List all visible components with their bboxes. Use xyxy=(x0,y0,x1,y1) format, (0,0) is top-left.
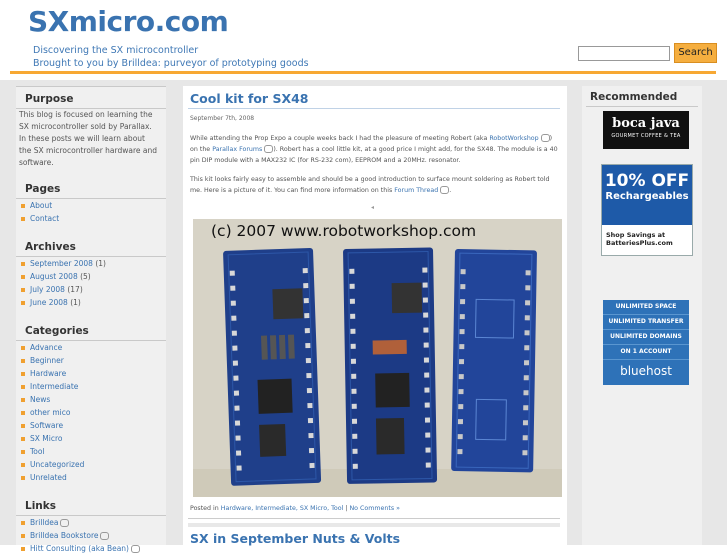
post-paragraph-2: This kit looks fairly easy to assemble a… xyxy=(190,176,550,194)
category-link[interactable]: Software xyxy=(20,419,166,432)
forum-thread-link[interactable]: Forum Thread xyxy=(394,187,438,194)
category-link[interactable]: Hardware xyxy=(20,367,166,380)
site-title[interactable]: SXmicro.com xyxy=(28,5,229,38)
pages-heading: Pages xyxy=(25,183,61,195)
header-divider xyxy=(10,71,716,74)
post-date: September 7th, 2008 xyxy=(190,115,255,122)
external-link-icon xyxy=(264,145,274,153)
recommended-divider xyxy=(586,106,698,107)
robotworkshop-link[interactable]: RobotWorkshop xyxy=(489,135,538,142)
right-sidebar: Recommended boca java GOURMET COFFEE & T… xyxy=(582,86,702,545)
external-link-icon xyxy=(130,545,140,553)
tagline-line-2: Brought to you by Brilldea: purveyor of … xyxy=(33,58,309,69)
links-list: Brilldea Brilldea Bookstore Hitt Consult… xyxy=(16,516,166,555)
page-link-about[interactable]: About xyxy=(20,199,166,212)
archive-item[interactable]: June 2008 (1) xyxy=(20,296,166,309)
post-meta: Posted in Hardware, Intermediate, SX Mic… xyxy=(190,505,401,512)
category-link[interactable]: Advance xyxy=(20,341,166,354)
category-link[interactable]: News xyxy=(20,393,166,406)
external-link-icon xyxy=(100,532,110,540)
post-title-divider xyxy=(188,108,560,109)
categories-heading: Categories xyxy=(25,325,89,337)
archive-item[interactable]: August 2008 (5) xyxy=(20,270,166,283)
category-link[interactable]: Beginner xyxy=(20,354,166,367)
blogroll-link[interactable]: Hitt Consulting (aka Bean) xyxy=(20,542,166,555)
scroll-marker-icon: ◂ xyxy=(371,204,375,211)
post-title[interactable]: Cool kit for SX48 xyxy=(190,91,309,106)
blogroll-link[interactable]: Brilldea Bookstore xyxy=(20,529,166,542)
archives-list: September 2008 (1) August 2008 (5) July … xyxy=(16,257,166,309)
external-link-icon xyxy=(60,519,70,527)
kit-photo[interactable]: (c) 2007 www.robotworkshop.com xyxy=(193,219,562,497)
post-divider xyxy=(188,518,560,519)
category-link[interactable]: Unrelated xyxy=(20,471,166,484)
purpose-text: This blog is focused on learning the SX … xyxy=(19,110,157,167)
archive-item[interactable]: July 2008 (17) xyxy=(20,283,166,296)
categories-list: Advance Beginner Hardware Intermediate N… xyxy=(16,341,166,484)
bluehost-ad[interactable]: UNLIMITED SPACE UNLIMITED TRANSFER UNLIM… xyxy=(603,300,689,385)
archives-heading: Archives xyxy=(25,241,76,253)
photo-watermark-caption: (c) 2007 www.robotworkshop.com xyxy=(211,222,477,240)
category-link[interactable]: Tool xyxy=(20,445,166,458)
external-link-icon xyxy=(540,134,550,142)
purpose-heading: Purpose xyxy=(25,93,74,105)
category-link[interactable]: other mico xyxy=(20,406,166,419)
external-link-icon xyxy=(440,186,450,194)
search-input[interactable] xyxy=(578,46,670,61)
parallax-forums-link[interactable]: Parallax Forums xyxy=(212,146,262,153)
archive-item[interactable]: September 2008 (1) xyxy=(20,257,166,270)
post-categories-links[interactable]: Hardware, Intermediate, SX Micro, Tool xyxy=(221,505,344,512)
pages-list: About Contact xyxy=(16,199,166,225)
comments-link[interactable]: No Comments » xyxy=(349,505,400,512)
blogroll-link[interactable]: Brilldea xyxy=(20,516,166,529)
search-button[interactable]: Search xyxy=(674,43,717,63)
category-link[interactable]: SX Micro xyxy=(20,432,166,445)
next-post-title[interactable]: SX in September Nuts & Volts xyxy=(190,531,400,546)
category-link[interactable]: Intermediate xyxy=(20,380,166,393)
recommended-heading: Recommended xyxy=(590,91,678,103)
site-header: SXmicro.com Discovering the SX microcont… xyxy=(0,0,727,74)
bocajava-ad[interactable]: boca java GOURMET COFFEE & TEA xyxy=(603,111,689,149)
links-heading: Links xyxy=(25,500,56,512)
category-link[interactable]: Uncategorized xyxy=(20,458,166,471)
left-sidebar: Purpose This blog is focused on learning… xyxy=(16,86,166,553)
main-content: Cool kit for SX48 September 7th, 2008 Wh… xyxy=(183,86,567,546)
batteriesplus-ad[interactable]: 10% OFF Rechargeables Shop Savings at Ba… xyxy=(601,164,693,256)
tagline-line-1: Discovering the SX microcontroller xyxy=(33,45,199,56)
post-separator xyxy=(188,523,560,527)
page-link-contact[interactable]: Contact xyxy=(20,212,166,225)
post-paragraph-1: While attending the Prop Expo a couple w… xyxy=(190,134,558,164)
